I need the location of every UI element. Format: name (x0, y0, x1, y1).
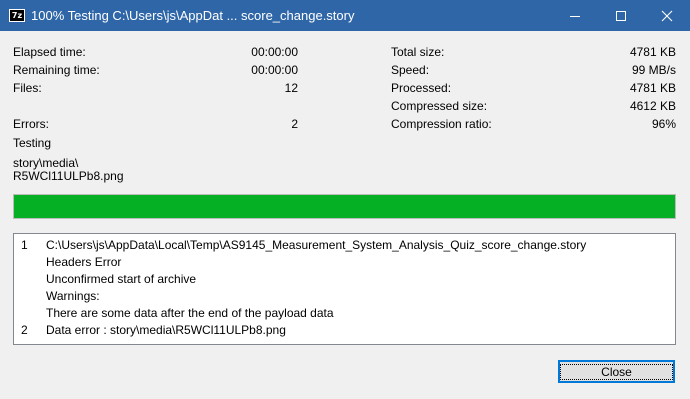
message-text: Unconfirmed start of archive (46, 272, 197, 286)
close-icon (661, 10, 673, 21)
progress-bar (13, 194, 676, 219)
close-button[interactable]: Close (558, 360, 675, 383)
processed-label: Processed: (391, 81, 452, 95)
window-title: 100% Testing C:\Users\js\AppDat ... scor… (31, 8, 355, 23)
operation-status: Testing (13, 136, 52, 150)
title-bar[interactable]: 7z 100% Testing C:\Users\js\AppDat ... s… (0, 0, 690, 31)
minimize-button[interactable] (552, 0, 598, 31)
compressed-size-label: Compressed size: (391, 99, 488, 113)
compressed-size-value: 4612 KB (629, 99, 676, 113)
messages-list[interactable]: 1 C:\Users\js\AppData\Local\Temp\AS9145_… (13, 233, 676, 345)
list-item[interactable]: Unconfirmed start of archive (14, 270, 675, 287)
list-item[interactable]: There are some data after the end of the… (14, 304, 675, 321)
files-value: 12 (284, 81, 298, 95)
list-item[interactable]: Headers Error (14, 253, 675, 270)
compression-ratio-label: Compression ratio: (391, 117, 492, 131)
elapsed-time-label: Elapsed time: (13, 45, 86, 59)
list-item[interactable]: Warnings: (14, 287, 675, 304)
window-close-button[interactable] (644, 0, 690, 31)
compression-ratio-value: 96% (651, 117, 676, 131)
errors-value: 2 (291, 117, 298, 131)
message-text: C:\Users\js\AppData\Local\Temp\AS9145_Me… (46, 238, 587, 252)
close-button-label: Close (560, 363, 673, 380)
current-file-name: R5WCl11ULPb8.png (13, 169, 124, 183)
minimize-icon (570, 15, 580, 17)
processed-value: 4781 KB (629, 81, 676, 95)
message-text: Headers Error (46, 255, 122, 269)
remaining-time-label: Remaining time: (13, 63, 100, 77)
total-size-label: Total size: (391, 45, 445, 59)
current-file-path: story\media\ (13, 156, 79, 170)
list-item[interactable]: 2 Data error : story\media\R5WCl11ULPb8.… (14, 321, 675, 338)
files-label: Files: (13, 81, 42, 95)
speed-value: 99 MB/s (631, 63, 676, 77)
message-text: Data error : story\media\R5WCl11ULPb8.pn… (46, 323, 286, 337)
elapsed-time-value: 00:00:00 (251, 45, 298, 59)
maximize-button[interactable] (598, 0, 644, 31)
message-number: 2 (21, 323, 28, 337)
maximize-icon (616, 10, 626, 21)
message-text: Warnings: (46, 289, 100, 303)
total-size-value: 4781 KB (629, 45, 676, 59)
progress-fill (14, 195, 675, 218)
7zip-app-icon: 7z (9, 9, 25, 22)
list-item[interactable]: 1 C:\Users\js\AppData\Local\Temp\AS9145_… (14, 236, 675, 253)
speed-label: Speed: (391, 63, 430, 77)
errors-label: Errors: (13, 117, 49, 131)
message-number: 1 (21, 238, 28, 252)
remaining-time-value: 00:00:00 (251, 63, 298, 77)
message-text: There are some data after the end of the… (46, 306, 334, 320)
